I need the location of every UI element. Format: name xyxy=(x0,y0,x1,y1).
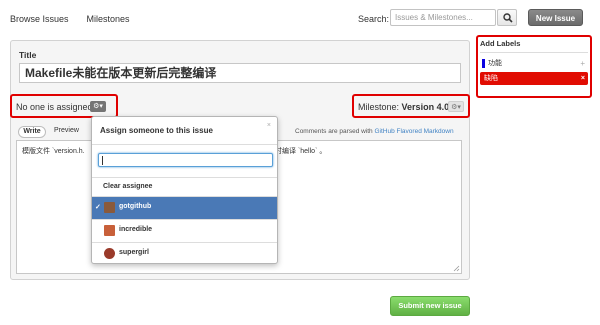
search-button[interactable] xyxy=(497,9,517,26)
milestone-highlight xyxy=(352,94,470,118)
assign-popup: Assign someone to this issue × Clear ass… xyxy=(91,116,278,264)
milestones-link[interactable]: Milestones xyxy=(87,14,130,24)
resize-grip-icon[interactable] xyxy=(453,265,460,272)
avatar xyxy=(104,202,115,213)
divider xyxy=(92,177,277,178)
assignee-highlight xyxy=(10,94,118,118)
avatar xyxy=(104,225,115,236)
clear-assignee-option[interactable]: Clear assignee xyxy=(103,183,152,190)
body-text: 模版文件 `version.h. xyxy=(22,148,85,155)
search-label: Search: xyxy=(358,14,390,24)
top-nav: Browse Issues Milestones xyxy=(10,14,130,24)
assignee-option-supergirl[interactable]: supergirl xyxy=(92,243,277,265)
avatar xyxy=(104,248,115,259)
assignee-option-incredible[interactable]: incredible xyxy=(92,220,277,242)
assignee-name: incredible xyxy=(119,226,153,233)
markdown-note: Comments are parsed with GitHub Flavored… xyxy=(295,128,454,135)
tab-preview[interactable]: Preview xyxy=(54,127,79,134)
text-caret xyxy=(102,156,103,165)
markdown-link[interactable]: GitHub Flavored Markdown xyxy=(374,128,453,135)
new-issue-button[interactable]: New Issue xyxy=(528,9,583,26)
check-icon: ✓ xyxy=(95,204,101,211)
assign-popup-title: Assign someone to this issue xyxy=(100,126,213,135)
submit-issue-button[interactable]: Submit new issue xyxy=(390,296,470,316)
title-input[interactable]: Makefile未能在版本更新后完整编译 xyxy=(19,63,461,83)
assignee-name: supergirl xyxy=(119,249,149,256)
browse-issues-link[interactable]: Browse Issues xyxy=(10,14,69,24)
assignee-name: gotgithub xyxy=(119,203,152,210)
assignee-filter-input[interactable] xyxy=(98,153,273,167)
search-icon xyxy=(503,13,513,23)
close-icon[interactable]: × xyxy=(267,122,271,129)
markdown-note-text: Comments are parsed with xyxy=(295,128,373,135)
search-input[interactable]: Issues & Milestones... xyxy=(390,9,496,26)
divider xyxy=(92,144,277,145)
labels-highlight xyxy=(476,35,592,98)
tab-write[interactable]: Write xyxy=(18,126,46,138)
assignee-option-gotgithub[interactable]: ✓ gotgithub xyxy=(92,197,277,219)
title-label: Title xyxy=(19,50,37,60)
